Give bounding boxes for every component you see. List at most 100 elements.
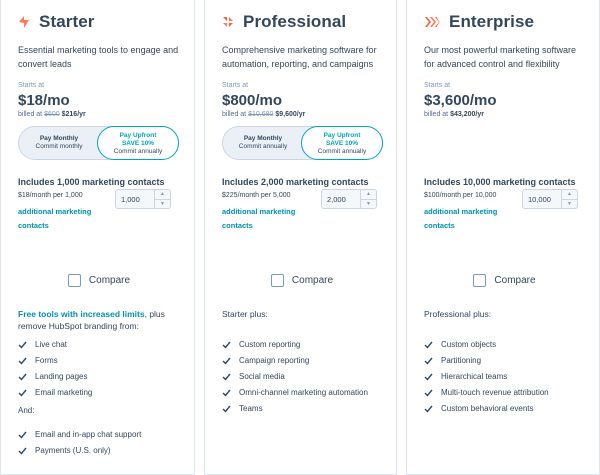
feature-item: Forms	[18, 356, 58, 365]
compare-control: Compare	[18, 274, 180, 287]
per-month-rate: $225/month per 5,000	[222, 192, 291, 199]
feature-item: Campaign reporting	[222, 356, 309, 365]
stepper-value: 1,000	[121, 195, 140, 204]
billed-new-price: $9,600/yr	[275, 111, 306, 118]
plan-description: Our most powerful marketing software for…	[424, 45, 577, 69]
feature-item: Custom objects	[424, 340, 496, 349]
feature-label: Teams	[239, 404, 263, 413]
feature-label: Multi-touch revenue attribution	[441, 388, 549, 397]
checkmark-icon	[222, 389, 231, 397]
save-badge: SAVE 10%	[121, 140, 155, 147]
plus-description: Starter plus:	[222, 309, 268, 319]
pay-upfront-option[interactable]: Pay Upfront SAVE 10% Commit annually	[97, 126, 179, 160]
checkmark-icon	[222, 357, 231, 365]
checkmark-icon	[424, 405, 433, 413]
pay-upfront-title: Pay Upfront	[323, 132, 361, 139]
enterprise-logo-icon	[425, 17, 440, 27]
pay-monthly-sub: Commit annually	[238, 143, 288, 150]
plan-description: Essential marketing tools to engage and …	[18, 45, 179, 69]
billed-new-price: $216/yr	[61, 111, 86, 118]
chevron-down-icon[interactable]: ▼	[361, 200, 376, 209]
pricing-page: Starter Essential marketing tools to eng…	[0, 0, 600, 475]
billing-toggle: Pay Monthly Commit annually Pay Upfront …	[222, 126, 383, 160]
billing-toggle: Pay Monthly Commit monthly Pay Upfront S…	[18, 126, 179, 160]
pay-monthly-sub: Commit monthly	[35, 143, 83, 150]
plan-header: Starter	[18, 12, 95, 32]
and-label: And:	[18, 406, 35, 415]
plan-price: $800/mo	[222, 92, 283, 109]
starts-at-label: Starts at	[424, 82, 451, 89]
feature-item: Live chat	[18, 340, 67, 349]
stepper-value: 2,000	[327, 195, 346, 204]
includes-contacts: Includes 10,000 marketing contacts	[424, 177, 576, 187]
pay-monthly-option[interactable]: Pay Monthly Commit monthly	[19, 127, 99, 159]
professional-logo-icon	[223, 17, 233, 27]
starter-logo-icon	[19, 16, 29, 28]
plan-name: Enterprise	[449, 12, 535, 31]
additional-contacts-link[interactable]: additional marketing contacts	[424, 205, 514, 233]
billed-prefix: billed at	[18, 111, 43, 118]
feature-item: Custom behavioral events	[424, 404, 534, 413]
chevron-up-icon[interactable]: ▲	[155, 190, 170, 200]
checkmark-icon	[424, 373, 433, 381]
feature-label: Live chat	[35, 340, 68, 349]
contacts-stepper[interactable]: 1,000 ▲ ▼	[115, 189, 171, 209]
stepper-buttons: ▲ ▼	[154, 190, 170, 208]
per-month-rate: $18/month per 1,000	[18, 192, 83, 199]
feature-item: Multi-touch revenue attribution	[424, 388, 549, 397]
compare-control: Compare	[424, 274, 585, 287]
compare-checkbox[interactable]	[473, 274, 487, 287]
chevron-up-icon[interactable]: ▲	[562, 190, 577, 200]
billed-line: billed at $10,680 $9,600/yr	[222, 111, 305, 118]
feature-label: Email and in-app chat support	[35, 430, 142, 439]
pay-monthly-option[interactable]: Pay Monthly Commit annually	[223, 127, 303, 159]
checkmark-icon	[18, 447, 27, 455]
additional-contacts-link[interactable]: additional marketing contacts	[18, 205, 108, 233]
checkmark-icon	[18, 389, 27, 397]
checkmark-icon	[18, 373, 27, 381]
free-tools-link[interactable]: Free tools with increased limits	[18, 309, 145, 319]
feature-label: Social media	[239, 372, 285, 381]
compare-checkbox[interactable]	[270, 274, 284, 287]
plan-header: Enterprise	[424, 12, 534, 32]
pay-upfront-option[interactable]: Pay Upfront SAVE 10% Commit annually	[301, 126, 383, 160]
additional-contacts-link[interactable]: additional marketing contacts	[222, 205, 312, 233]
chevron-down-icon[interactable]: ▼	[155, 200, 170, 209]
feature-label: Omni-channel marketing automation	[239, 388, 368, 397]
billed-line: billed at $600 $216/yr	[18, 111, 86, 118]
feature-label: Forms	[35, 356, 58, 365]
feature-item: Teams	[222, 404, 263, 413]
starts-at-label: Starts at	[222, 82, 249, 89]
compare-label: Compare	[494, 275, 536, 286]
compare-checkbox[interactable]	[67, 274, 81, 287]
checkmark-icon	[222, 341, 231, 349]
chevron-up-icon[interactable]: ▲	[361, 190, 376, 200]
feature-item: Custom reporting	[222, 340, 300, 349]
feature-label: Payments (U.S. only)	[35, 446, 111, 455]
plan-header: Professional	[222, 12, 346, 32]
pay-monthly-title: Pay Monthly	[39, 135, 79, 142]
feature-label: Custom reporting	[239, 340, 301, 349]
feature-item: Email marketing	[18, 388, 92, 397]
contacts-stepper[interactable]: 10,000 ▲ ▼	[522, 189, 578, 209]
plus-description: Professional plus:	[424, 309, 492, 319]
chevron-down-icon[interactable]: ▼	[562, 200, 577, 209]
contacts-stepper[interactable]: 2,000 ▲ ▼	[321, 189, 377, 209]
checkmark-icon	[424, 357, 433, 365]
feature-label: Custom behavioral events	[441, 404, 534, 413]
plan-name: Starter	[39, 12, 95, 31]
checkmark-icon	[222, 373, 231, 381]
checkmark-icon	[424, 389, 433, 397]
checkmark-icon	[18, 431, 27, 439]
starts-at-label: Starts at	[18, 82, 45, 89]
checkmark-icon	[18, 357, 27, 365]
stepper-buttons: ▲ ▼	[360, 190, 376, 208]
plan-card-enterprise: Enterprise Our most powerful marketing s…	[406, 0, 600, 475]
plan-card-starter: Starter Essential marketing tools to eng…	[0, 0, 195, 475]
plan-price: $18/mo	[18, 92, 70, 109]
feature-label: Custom objects	[441, 340, 497, 349]
pay-monthly-title: Pay Monthly	[243, 135, 283, 142]
feature-item: Omni-channel marketing automation	[222, 388, 368, 397]
feature-label: Campaign reporting	[239, 356, 310, 365]
plan-name: Professional	[243, 12, 347, 31]
